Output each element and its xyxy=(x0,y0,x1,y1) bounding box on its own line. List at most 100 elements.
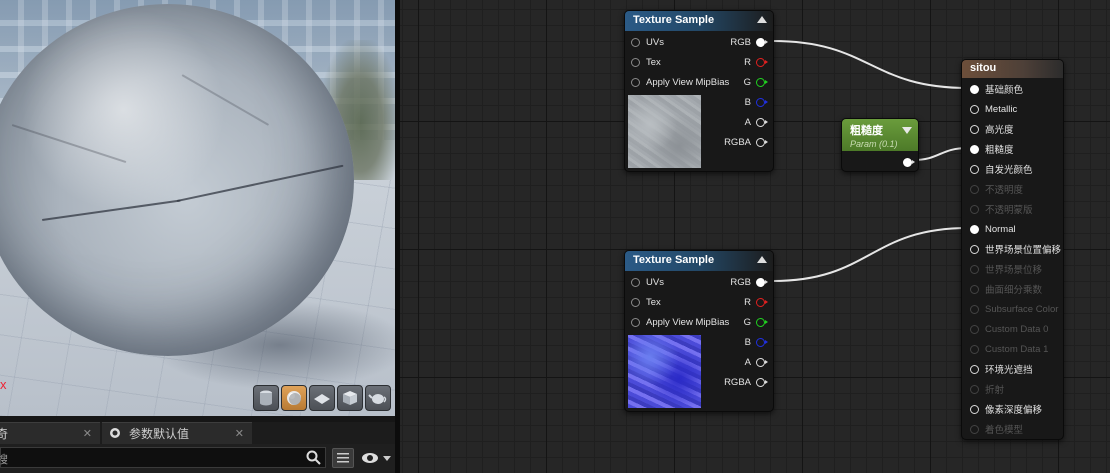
material-input-pin[interactable]: 粗糙度 xyxy=(970,139,1014,159)
pin-label: Subsurface Color xyxy=(985,303,1059,315)
plane-preview-button[interactable] xyxy=(309,385,335,411)
teapot-preview-button[interactable] xyxy=(365,385,391,411)
pin-label: RGBA xyxy=(724,376,751,388)
pin-label: 世界场景位移 xyxy=(985,265,1043,276)
output-pin-r[interactable]: R xyxy=(744,52,768,72)
pin-label: Tex xyxy=(646,56,661,68)
material-preview-viewport[interactable]: x xyxy=(0,0,395,416)
pin-icon xyxy=(756,77,768,87)
input-pin-uvs[interactable]: UVs xyxy=(631,272,664,292)
node-header[interactable]: Texture Sample xyxy=(625,251,773,271)
pin-label: 不透明蒙版 xyxy=(985,205,1033,216)
pin-icon xyxy=(756,297,768,307)
pin-icon xyxy=(970,104,979,114)
cylinder-preview-button[interactable] xyxy=(253,385,279,411)
output-pin-b[interactable]: B xyxy=(744,332,768,352)
material-input-pin: 不透明度 xyxy=(970,179,1023,199)
material-input-pin[interactable]: Normal xyxy=(970,219,1016,239)
tab-close-icon[interactable]: ✕ xyxy=(83,427,92,440)
pin-icon xyxy=(756,137,768,147)
output-pin-rgba[interactable]: RGBA xyxy=(724,372,768,392)
stone-crack xyxy=(181,74,270,126)
node-header[interactable]: sitou xyxy=(962,60,1063,78)
node-subtitle: Param (0.1) xyxy=(850,139,898,149)
output-pin-value[interactable] xyxy=(898,152,915,172)
stone-crack xyxy=(11,124,127,164)
output-pin-b[interactable]: B xyxy=(745,92,768,112)
pin-label: 粗糙度 xyxy=(985,145,1014,156)
visibility-dropdown[interactable] xyxy=(361,450,393,466)
output-pin-r[interactable]: R xyxy=(744,292,768,312)
pin-icon xyxy=(970,124,979,134)
view-options-button[interactable] xyxy=(332,448,354,468)
input-pin-uvs[interactable]: UVs xyxy=(631,32,664,52)
tab-details[interactable]: 奇 ✕ xyxy=(0,422,100,444)
pin-icon xyxy=(756,117,768,127)
roughness-param-node[interactable]: 粗糙度 Param (0.1) xyxy=(841,118,919,172)
input-pin-mipbias[interactable]: Apply View MipBias xyxy=(631,72,729,92)
sphere-preview-button[interactable] xyxy=(281,385,307,411)
material-input-pin: Custom Data 1 xyxy=(970,339,1048,359)
pin-label: 曲面细分乘数 xyxy=(985,285,1043,296)
pin-icon xyxy=(970,184,979,194)
pin-icon xyxy=(756,337,768,347)
cube-preview-button[interactable] xyxy=(337,385,363,411)
output-pin-rgb[interactable]: RGB xyxy=(730,272,768,292)
pin-label: 像素深度偏移 xyxy=(985,405,1043,416)
axis-x-label: x xyxy=(0,377,7,392)
expand-arrow-icon[interactable] xyxy=(902,127,912,134)
input-pin-tex[interactable]: Tex xyxy=(631,52,661,72)
input-pin-mipbias[interactable]: Apply View MipBias xyxy=(631,312,729,332)
pin-label: Apply View MipBias xyxy=(646,76,730,88)
sphere-icon xyxy=(287,391,301,405)
output-pin-g[interactable]: G xyxy=(743,312,768,332)
pin-label: RGB xyxy=(730,276,751,288)
pin-icon xyxy=(756,37,768,47)
tab-close-icon[interactable]: ✕ xyxy=(235,427,244,440)
pin-label: G xyxy=(743,316,751,328)
node-title: Texture Sample xyxy=(633,14,715,26)
tab-parameter-defaults[interactable]: 参数默认值 ✕ xyxy=(102,422,252,444)
output-pin-a[interactable]: A xyxy=(744,112,768,132)
output-pin-g[interactable]: G xyxy=(744,72,768,92)
pin-icon xyxy=(970,264,979,274)
pin-label: 折射 xyxy=(985,385,1005,396)
texture-thumbnail-normal-map xyxy=(628,335,701,408)
material-result-node[interactable]: sitou 基础颜色 Metallic 高光度粗糙度自发光颜色 不透明度不透明蒙版 No… xyxy=(961,59,1064,440)
material-input-pin[interactable]: 世界场景位置偏移 xyxy=(970,239,1061,259)
material-input-pin[interactable]: Metallic xyxy=(970,99,1017,119)
node-header[interactable]: Texture Sample xyxy=(625,11,773,31)
teapot-icon xyxy=(368,394,387,404)
pin-icon xyxy=(970,144,979,154)
eye-icon xyxy=(362,453,391,463)
pin-label: UVs xyxy=(646,276,664,288)
node-title: Texture Sample xyxy=(633,254,715,266)
material-input-pin[interactable]: 像素深度偏移 xyxy=(970,399,1042,419)
pin-label: RGB xyxy=(730,36,751,48)
pin-label: Apply View MipBias xyxy=(646,316,730,328)
pin-icon xyxy=(631,37,640,47)
output-pin-rgba[interactable]: RGBA xyxy=(724,132,768,152)
pin-icon xyxy=(970,284,979,294)
pin-label: A xyxy=(744,116,751,128)
pin-icon xyxy=(970,164,979,174)
pin-icon xyxy=(970,364,979,374)
details-search-input[interactable]: 搜 xyxy=(0,447,326,468)
node-header[interactable]: 粗糙度 Param (0.1) xyxy=(842,119,918,151)
input-pin-tex[interactable]: Tex xyxy=(631,292,661,312)
pin-label: B xyxy=(744,336,751,348)
texture-sample-node-2[interactable]: Texture Sample UVs Tex Apply View MipBia… xyxy=(624,250,774,412)
material-input-pin[interactable]: 基础颜色 xyxy=(970,79,1023,99)
output-pin-rgb[interactable]: RGB xyxy=(730,32,768,52)
texture-sample-node-1[interactable]: Texture Sample UVs Tex Apply View MipBia… xyxy=(624,10,774,172)
material-input-pin[interactable]: 自发光颜色 xyxy=(970,159,1033,179)
collapse-arrow-icon[interactable] xyxy=(757,256,767,263)
material-input-pin[interactable]: 环境光遮挡 xyxy=(970,359,1033,379)
pin-icon xyxy=(970,204,979,214)
collapse-arrow-icon[interactable] xyxy=(757,16,767,23)
output-pin-a[interactable]: A xyxy=(745,352,768,372)
material-input-pin[interactable]: 高光度 xyxy=(970,119,1014,139)
pin-label: 高光度 xyxy=(985,125,1014,136)
pin-label: RGBA xyxy=(724,136,751,148)
pin-label: Tex xyxy=(646,296,661,308)
